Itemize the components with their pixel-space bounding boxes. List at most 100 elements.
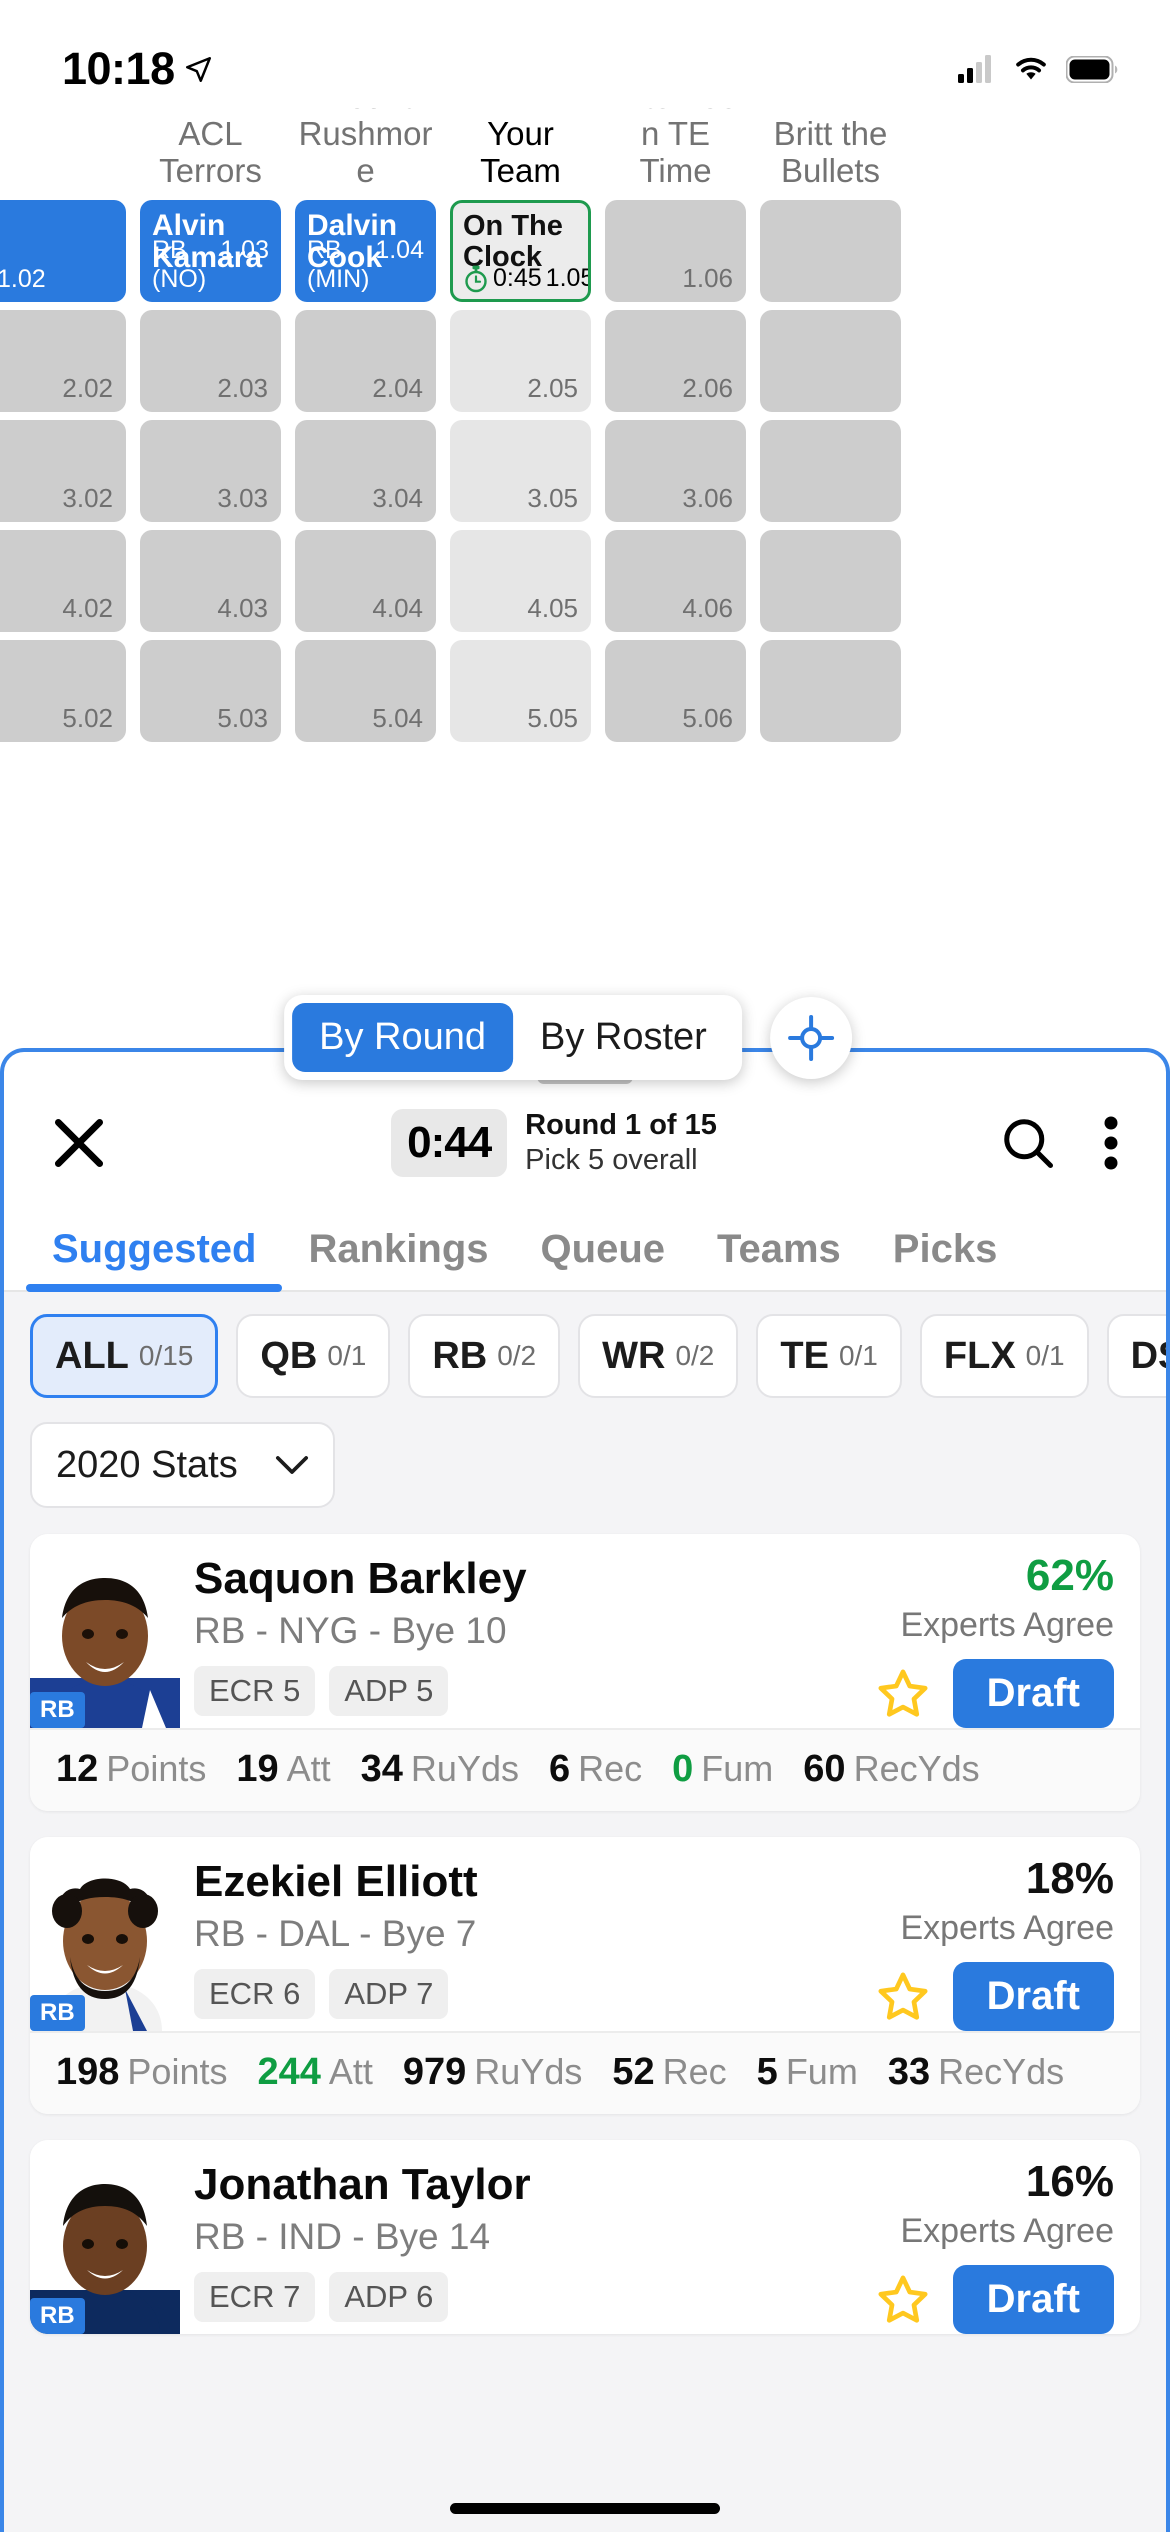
locate-my-pick-button[interactable] [769, 996, 852, 1079]
chip-count: 0/2 [497, 1340, 537, 1371]
star-outline-icon[interactable] [875, 1666, 931, 1722]
draft-button[interactable]: Draft [952, 2265, 1114, 2334]
stat-value: 52 [612, 2051, 655, 2093]
stats-season-select[interactable]: 2020 Stats [30, 1422, 335, 1508]
draft-pick-cell[interactable]: 4.03 [140, 530, 281, 632]
draft-pick-cell[interactable]: 4.05 [450, 530, 591, 632]
player-card-actions: 62% Experts Agree Draft [829, 1534, 1114, 1728]
stat-value: 60 [803, 1748, 846, 1790]
stat-item: 0 Fum [672, 1748, 773, 1791]
board-view-controls: By Round By Roster [284, 995, 852, 1080]
suggested-player-cards[interactable]: RB Saquon Barkley RB - NYG - Bye 10 ECR … [4, 1534, 1166, 2334]
draft-board-column[interactable]: Afternoon TE Time 1.06 2.06 3.06 4.06 5.… [598, 108, 753, 742]
draft-pick-cell[interactable]: 2.03 [140, 310, 281, 412]
player-card[interactable]: RB Saquon Barkley RB - NYG - Bye 10 ECR … [30, 1534, 1140, 1811]
draft-pick-cell[interactable] [760, 420, 901, 522]
by-roster-button[interactable]: By Roster [513, 1003, 734, 1072]
player-name: Ezekiel Elliott [194, 1857, 478, 1906]
draft-button[interactable]: Draft [952, 1659, 1114, 1728]
tab-suggested[interactable]: Suggested [26, 1227, 283, 1292]
close-x-icon[interactable] [48, 1112, 110, 1174]
draft-pick-cell[interactable]: 4.04 [295, 530, 436, 632]
draft-pick-cell[interactable]: 3.06 [605, 420, 746, 522]
draft-pick-cell[interactable]: 3.04 [295, 420, 436, 522]
position-filter-row[interactable]: ALL 0/15 QB 0/1 RB 0/2 WR 0/2 TE 0/1 FLX… [4, 1314, 1166, 1398]
draft-pick-cell[interactable]: 5.02 [0, 640, 126, 742]
ecr-tag: ECR 6 [194, 1969, 316, 2020]
draft-pick-cell[interactable]: 4.06 [605, 530, 746, 632]
draft-board-column[interactable]: ACL Terrors Alvin Kamara RB (NO) 1.03 2.… [133, 108, 288, 742]
draft-pick-cell[interactable] [760, 640, 901, 742]
draft-button[interactable]: Draft [952, 1962, 1114, 2031]
draft-pick-cell[interactable]: 2.06 [605, 310, 746, 412]
player-action-row: Draft [875, 2265, 1114, 2334]
stat-value: 5 [756, 2051, 778, 2093]
pick-number: 2.06 [682, 373, 733, 403]
player-card[interactable]: RB Jonathan Taylor RB - IND - Bye 14 ECR… [30, 2140, 1140, 2334]
draft-pick-cell[interactable]: 1.06 [605, 200, 746, 302]
player-card[interactable]: RB Ezekiel Elliott RB - DAL - Bye 7 ECR … [30, 1837, 1140, 2114]
pick-number: 4.05 [527, 593, 578, 623]
by-round-button[interactable]: By Round [292, 1003, 513, 1072]
player-info: Ezekiel Elliott RB - DAL - Bye 7 ECR 6 A… [180, 1837, 829, 2031]
player-action-row: Draft [875, 1962, 1114, 2031]
star-outline-icon[interactable] [875, 2272, 931, 2328]
draft-pick-cell[interactable]: 5.06 [605, 640, 746, 742]
draft-board-column[interactable]: 1.02 2.02 3.02 4.02 5.02 [0, 108, 133, 742]
draft-board[interactable]: 1.02 2.02 3.02 4.02 5.02 ACL Terrors Alv… [0, 108, 1170, 1138]
sheet-tabs[interactable]: Suggested Rankings Queue Teams Picks [4, 1202, 1166, 1292]
chip-label: FLX [943, 1334, 1016, 1377]
position-filter-dst[interactable]: DST [1106, 1314, 1166, 1398]
player-pool-sheet[interactable]: 0:44 Round 1 of 15 Pick 5 overall Sugges… [0, 1048, 1170, 2532]
more-vertical-icon[interactable] [1100, 1113, 1122, 1173]
draft-board-column[interactable]: Britt the Bullets [753, 108, 908, 742]
on-the-clock-cell[interactable]: On The Clock 0:45 1.05 [450, 200, 591, 302]
draft-pick-cell[interactable]: Dalvin Cook RB (MIN) 1.04 [295, 200, 436, 302]
draft-pick-cell[interactable]: 5.05 [450, 640, 591, 742]
draft-pick-cell[interactable] [760, 200, 901, 302]
draft-pick-cell[interactable]: 2.05 [450, 310, 591, 412]
tab-teams[interactable]: Teams [691, 1227, 867, 1290]
pick-number: 2.05 [527, 373, 578, 403]
board-view-toggle[interactable]: By Round By Roster [284, 995, 742, 1080]
column-team-name: Britt the Bullets [773, 115, 888, 190]
draft-pick-cell[interactable]: 4.02 [0, 530, 126, 632]
pick-cell-footer: RB (MIN) 1.04 [307, 236, 424, 294]
draft-pick-cell[interactable]: Alvin Kamara RB (NO) 1.03 [140, 200, 281, 302]
position-filter-all[interactable]: ALL 0/15 [30, 1314, 219, 1398]
player-rank-tags: ECR 7 ADP 6 [194, 2272, 829, 2323]
chip-count: 0/1 [327, 1340, 367, 1371]
wifi-icon [1016, 57, 1046, 80]
player-list-area[interactable]: ALL 0/15 QB 0/1 RB 0/2 WR 0/2 TE 0/1 FLX… [4, 1292, 1166, 2532]
position-filter-qb[interactable]: QB 0/1 [236, 1314, 391, 1398]
draft-pick-cell[interactable]: 5.03 [140, 640, 281, 742]
draft-board-columns[interactable]: 1.02 2.02 3.02 4.02 5.02 ACL Terrors Alv… [0, 108, 1170, 742]
draft-pick-cell[interactable]: 2.04 [295, 310, 436, 412]
draft-pick-cell[interactable]: 3.05 [450, 420, 591, 522]
stat-label: Att [286, 1748, 331, 1789]
draft-board-column-your-team[interactable]: Your Team On The Clock 0:45 1.05 2.05 3.… [443, 108, 598, 742]
draft-pick-cell[interactable]: 2.02 [0, 310, 126, 412]
position-filter-flx[interactable]: FLX 0/1 [919, 1314, 1089, 1398]
search-icon[interactable] [998, 1113, 1058, 1173]
stats-season-value: 2020 Stats [56, 1443, 238, 1486]
draft-board-column[interactable]: Blount Rushmore Dalvin Cook RB (MIN) 1.0… [288, 108, 443, 742]
tab-picks[interactable]: Picks [867, 1227, 1024, 1290]
pick-number: 4.06 [682, 593, 733, 623]
stat-value: 33 [887, 2051, 931, 2093]
position-filter-te[interactable]: TE 0/1 [756, 1314, 902, 1398]
stat-label: Fum [701, 1748, 774, 1789]
position-filter-wr[interactable]: WR 0/2 [578, 1314, 739, 1398]
draft-pick-cell[interactable]: 3.02 [0, 420, 126, 522]
draft-pick-cell[interactable]: 1.02 [0, 200, 126, 302]
draft-pick-cell[interactable]: 5.04 [295, 640, 436, 742]
draft-pick-cell[interactable]: 3.03 [140, 420, 281, 522]
tab-rankings[interactable]: Rankings [282, 1227, 514, 1290]
tab-queue[interactable]: Queue [515, 1227, 691, 1290]
chevron-down-icon [275, 1456, 309, 1474]
draft-pick-cell[interactable] [760, 530, 901, 632]
star-outline-icon[interactable] [875, 1969, 931, 2025]
draft-pick-cell[interactable] [760, 310, 901, 412]
position-filter-rb[interactable]: RB 0/2 [408, 1314, 561, 1398]
chip-label: ALL [55, 1334, 129, 1377]
